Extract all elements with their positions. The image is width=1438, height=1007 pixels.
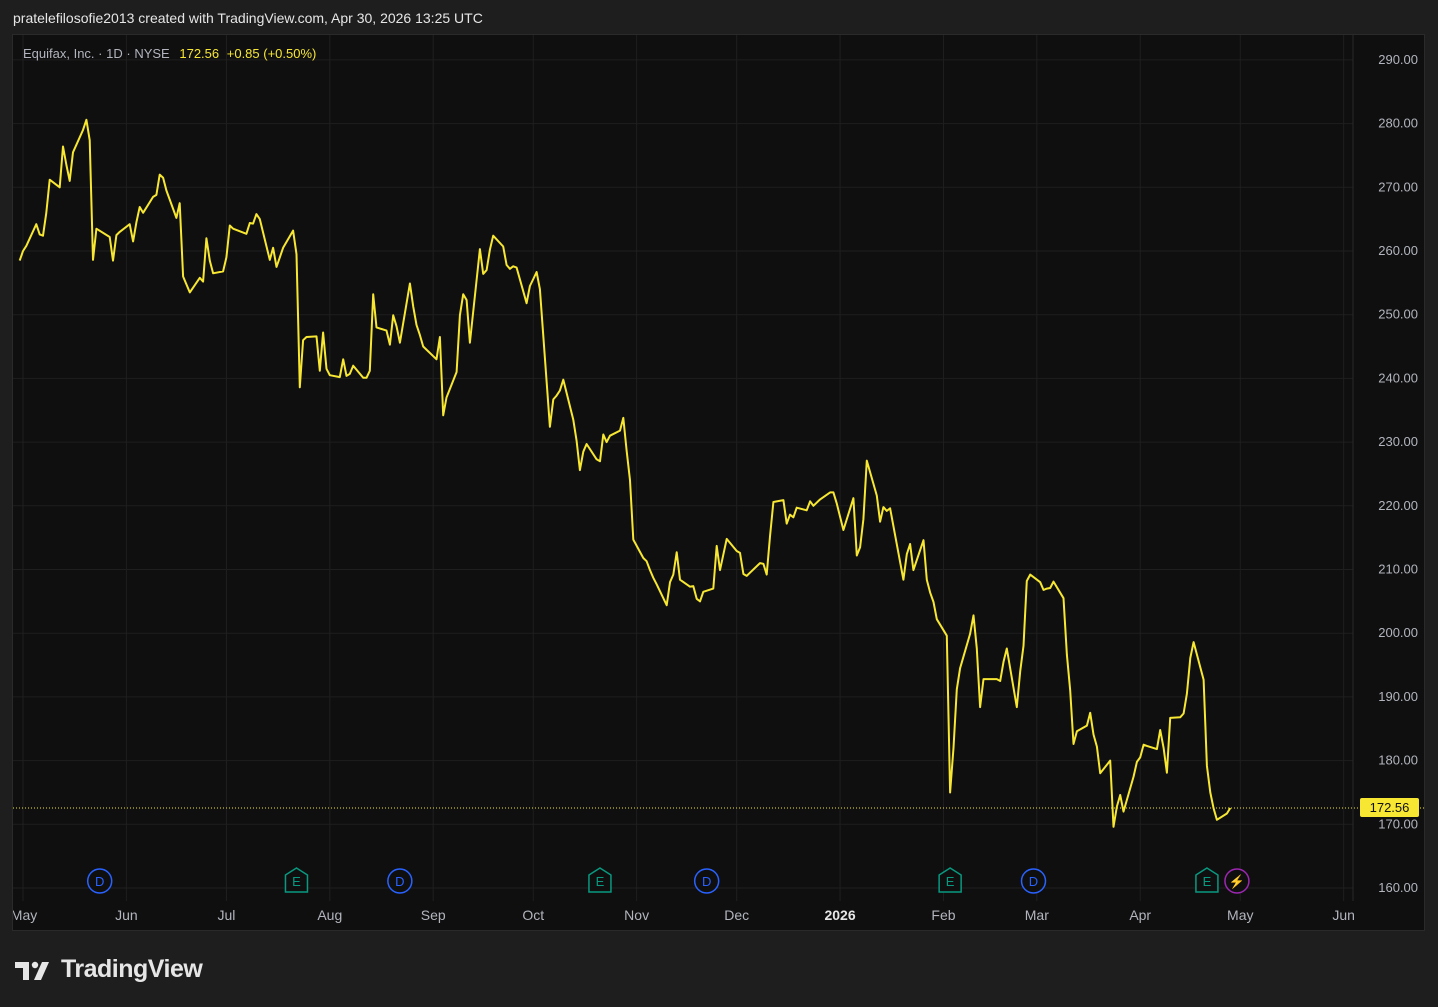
price-chart[interactable]: 160.00 170.00 180.00 190.00 200.00 210.00 220.… [13, 35, 1426, 932]
y-tick-label: 160.00 [1378, 880, 1418, 895]
y-tick-label: 290.00 [1378, 52, 1418, 67]
earnings-marker-letter: E [292, 874, 301, 889]
y-tick-label: 210.00 [1378, 562, 1418, 577]
dividend-marker-letter: D [1029, 874, 1038, 889]
x-tick-label: Apr [1129, 907, 1151, 923]
y-tick-label: 280.00 [1378, 116, 1418, 131]
x-tick-label: May [13, 907, 37, 923]
symbol-exchange: NYSE [134, 46, 170, 61]
y-tick-label: 250.00 [1378, 307, 1418, 322]
x-tick-label: Feb [931, 907, 955, 923]
x-tick-label: Mar [1025, 907, 1049, 923]
symbol-name: Equifax, Inc. [23, 46, 95, 61]
last-price-label: 172.56 [1360, 798, 1419, 817]
x-tick-label: Oct [522, 907, 544, 923]
split-marker-letter: ⚡ [1229, 874, 1245, 890]
symbol-change: +0.85 (+0.50%) [226, 46, 317, 61]
y-tick-label: 260.00 [1378, 243, 1418, 258]
tradingview-brand[interactable]: TradingView [15, 955, 203, 984]
y-tick-label: 220.00 [1378, 498, 1418, 513]
tradingview-logo-icon [15, 961, 49, 980]
dividend-marker-letter: D [702, 874, 711, 889]
x-tick-label: Nov [624, 907, 649, 923]
earnings-marker-letter: E [1203, 874, 1212, 889]
symbol-legend[interactable]: Equifax, Inc. · 1D · NYSE 172.56 +0.85 (… [23, 46, 316, 61]
brand-name: TradingView [61, 955, 203, 983]
earnings-marker-letter: E [596, 874, 605, 889]
x-tick-label: May [1227, 907, 1253, 923]
symbol-price: 172.56 [179, 46, 220, 61]
y-tick-label: 170.00 [1378, 816, 1418, 831]
chart-pane[interactable]: 160.00 170.00 180.00 190.00 200.00 210.00 220.… [12, 34, 1426, 932]
y-tick-label: 200.00 [1378, 625, 1418, 640]
x-tick-label: Jun [115, 907, 138, 923]
chart-caption: pratelefilosofie2013 created with Tradin… [13, 10, 483, 26]
x-tick-label: Dec [724, 907, 749, 923]
x-tick-label: Aug [317, 907, 342, 923]
y-tick-label: 270.00 [1378, 179, 1418, 194]
price-series-line [18, 118, 1232, 828]
y-tick-label: 180.00 [1378, 753, 1418, 768]
x-tick-label: Sep [421, 907, 446, 923]
x-tick-label: Jun [1332, 907, 1355, 923]
dividend-marker-letter: D [395, 874, 404, 889]
x-tick-label: Jul [217, 907, 235, 923]
legend-separator: · [98, 46, 107, 61]
x-tick-label: 2026 [824, 907, 855, 923]
earnings-marker-letter: E [946, 874, 955, 889]
symbol-interval: 1D [106, 46, 123, 61]
dividend-marker-letter: D [95, 874, 104, 889]
y-tick-label: 240.00 [1378, 370, 1418, 385]
y-tick-label: 190.00 [1378, 689, 1418, 704]
y-tick-label: 230.00 [1378, 434, 1418, 449]
